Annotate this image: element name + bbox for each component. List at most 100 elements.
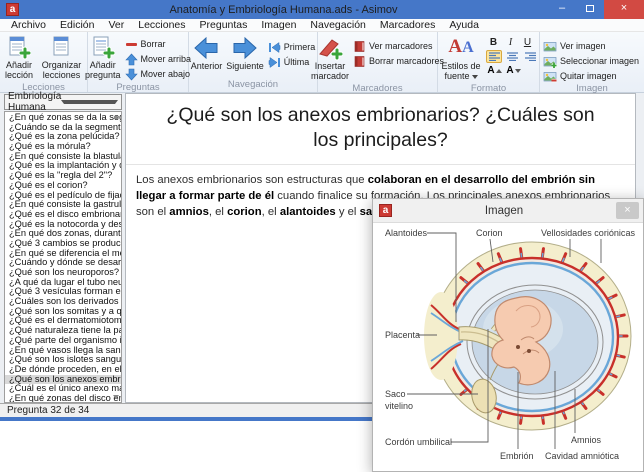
button-label: Anterior xyxy=(191,62,223,72)
menu-item[interactable]: Navegación xyxy=(303,19,372,32)
question-list-item[interactable]: ¿En qué se diferencia el mes... xyxy=(5,249,121,259)
organize-lessons-button[interactable]: Organizar lecciones xyxy=(37,34,86,82)
scroll-down-icon[interactable] xyxy=(113,395,119,399)
menu-item[interactable]: Imagen xyxy=(254,19,303,32)
delete-markers-icon xyxy=(353,55,366,68)
question-list-item[interactable]: ¿Qué es la zona pelúcida? xyxy=(5,132,121,142)
add-question-button[interactable]: Añadir pregunta xyxy=(83,34,123,82)
embryo-diagram: Alantoides Corion Vellosidades coriónica… xyxy=(373,223,643,471)
button-label: Última xyxy=(284,57,310,67)
question-list-item[interactable]: ¿Qué son los anexos embrio... xyxy=(5,375,121,385)
minimize-button[interactable]: – xyxy=(548,0,576,19)
scroll-up-icon[interactable] xyxy=(113,115,119,119)
question-list-item[interactable]: ¿Qué es la implantación y cu... xyxy=(5,161,121,171)
chevron-down-icon xyxy=(61,100,118,104)
label-placenta: Placenta xyxy=(385,330,420,340)
image-window-close-button[interactable]: × xyxy=(616,202,639,219)
question-list-item[interactable]: ¿Qué es el pedículo de fijaci... xyxy=(5,191,121,201)
question-list-item[interactable]: ¿Qué es la "regla del 2"? xyxy=(5,171,121,181)
answer-segment: corion xyxy=(227,206,262,218)
italic-button[interactable]: I xyxy=(503,36,518,49)
question-list-item[interactable]: ¿Qué son los neuroporos? xyxy=(5,268,121,278)
label-embrion: Embrión xyxy=(500,451,534,461)
font-increase-button[interactable]: A xyxy=(486,64,503,77)
font-styles-button[interactable]: AA Estilos de fuente xyxy=(439,34,483,83)
question-list-item[interactable]: ¿Qué 3 vesículas forman el S... xyxy=(5,287,121,297)
underline-button[interactable]: U xyxy=(520,36,535,49)
menubar: ArchivoEdiciónVerLeccionesPreguntasImage… xyxy=(0,19,644,32)
question-list-item[interactable]: ¿Qué es el dermatomiotomo... xyxy=(5,316,121,326)
app-icon: a xyxy=(6,3,19,16)
align-center-button[interactable] xyxy=(504,50,520,63)
add-lesson-button[interactable]: Añadir lección xyxy=(1,34,37,82)
button-label: Añadir lección xyxy=(3,61,35,81)
label-saco-line1: Saco xyxy=(385,389,406,399)
question-list-item[interactable]: ¿En qué zonas se da la segm... xyxy=(5,113,121,123)
label-cordon: Cordón umbilical xyxy=(385,437,452,447)
question-list-item[interactable]: ¿En qué consiste la gastrulac... xyxy=(5,200,121,210)
font-decrease-button[interactable]: A xyxy=(505,64,522,77)
question-list-item[interactable]: ¿Qué parte del organismo in... xyxy=(5,336,121,346)
font-styles-icon: AA xyxy=(448,35,473,61)
delete-question-button[interactable]: Borrar xyxy=(123,37,194,51)
button-label: Seleccionar imagen xyxy=(560,56,639,66)
view-image-button[interactable]: Ver imagen xyxy=(541,39,641,53)
answer-segment: Los anexos embrionarios son estructuras … xyxy=(136,174,368,186)
question-list-item[interactable]: ¿Qué es la mórula? xyxy=(5,142,121,152)
lesson-selector[interactable]: Embriología Humana xyxy=(4,94,122,110)
move-up-button[interactable]: Mover arriba xyxy=(123,52,194,66)
align-left-button[interactable] xyxy=(486,50,502,63)
question-list-item[interactable]: ¿En qué consiste la blastulaci... xyxy=(5,152,121,162)
close-button[interactable]: × xyxy=(604,0,644,19)
question-list-item[interactable]: ¿En qué dos zonas, durante l... xyxy=(5,229,121,239)
question-list-item[interactable]: ¿Cuándo y dónde se desarrol... xyxy=(5,258,121,268)
move-up-icon xyxy=(125,53,138,66)
increase-icon xyxy=(496,69,502,73)
question-list-item[interactable]: ¿Qué es el corion? xyxy=(5,181,121,191)
ribbon-group-marcadores: Insertar marcador Ver marcadores Borrar … xyxy=(318,32,438,92)
move-down-button[interactable]: Mover abajo xyxy=(123,67,194,81)
delete-markers-button[interactable]: Borrar marcadores xyxy=(351,54,446,68)
question-list-item[interactable]: ¿A qué da lugar el tubo neur... xyxy=(5,278,121,288)
menu-item[interactable]: Edición xyxy=(53,19,101,32)
image-window-titlebar[interactable]: a Imagen × xyxy=(373,199,643,223)
delete-icon xyxy=(125,38,138,51)
button-label: Estilos de fuente xyxy=(441,62,481,82)
question-list-item[interactable]: ¿De dónde proceden, en el c... xyxy=(5,365,121,375)
view-markers-icon xyxy=(353,40,366,53)
menu-item[interactable]: Ver xyxy=(101,19,131,32)
menu-item[interactable]: Marcadores xyxy=(373,19,442,32)
view-markers-button[interactable]: Ver marcadores xyxy=(351,39,446,53)
menu-item[interactable]: Preguntas xyxy=(193,19,255,32)
maximize-button[interactable] xyxy=(576,0,604,19)
align-center-icon xyxy=(507,52,518,61)
question-list-item[interactable]: ¿Qué son los islotes sanguín... xyxy=(5,355,121,365)
menu-item[interactable]: Ayuda xyxy=(442,19,486,32)
add-question-icon xyxy=(90,35,115,60)
question-list-item[interactable]: ¿Cuándo se da la segmentac... xyxy=(5,123,121,133)
first-icon xyxy=(268,41,281,54)
app-icon: a xyxy=(379,204,392,217)
question-list-item[interactable]: ¿En qué vasos llega la sangre... xyxy=(5,346,121,356)
menu-item[interactable]: Archivo xyxy=(4,19,53,32)
answer-segment: , el xyxy=(262,206,280,218)
select-image-button[interactable]: Seleccionar imagen xyxy=(541,54,641,68)
question-list-item[interactable]: ¿Qué es el disco embrionario? xyxy=(5,210,121,220)
align-right-button[interactable] xyxy=(522,50,538,63)
answer-segment: amnios xyxy=(169,206,209,218)
remove-image-button[interactable]: Quitar imagen xyxy=(541,69,641,83)
question-list-item[interactable]: ¿En qué zonas del disco emb... xyxy=(5,394,121,403)
question-list-item[interactable]: ¿Qué es la notocorda y desd... xyxy=(5,220,121,230)
question-list-item[interactable]: ¿Cuál es el único anexo mate... xyxy=(5,384,121,394)
insert-marker-button[interactable]: Insertar marcador xyxy=(309,34,351,83)
dropdown-arrow-icon xyxy=(472,75,478,79)
question-list-item[interactable]: ¿Qué son los somitas y a qu... xyxy=(5,307,121,317)
question-list-item[interactable]: ¿Cuáles son los derivados de... xyxy=(5,297,121,307)
previous-button[interactable]: Anterior xyxy=(189,34,225,73)
menu-item[interactable]: Lecciones xyxy=(131,19,192,32)
question-list-item[interactable]: ¿Qué 3 cambios se producen... xyxy=(5,239,121,249)
next-button[interactable]: Siguiente xyxy=(224,34,266,73)
question-list-item[interactable]: ¿Qué naturaleza tiene la part... xyxy=(5,326,121,336)
bold-button[interactable]: B xyxy=(486,36,501,49)
label-corion: Corion xyxy=(476,228,503,238)
